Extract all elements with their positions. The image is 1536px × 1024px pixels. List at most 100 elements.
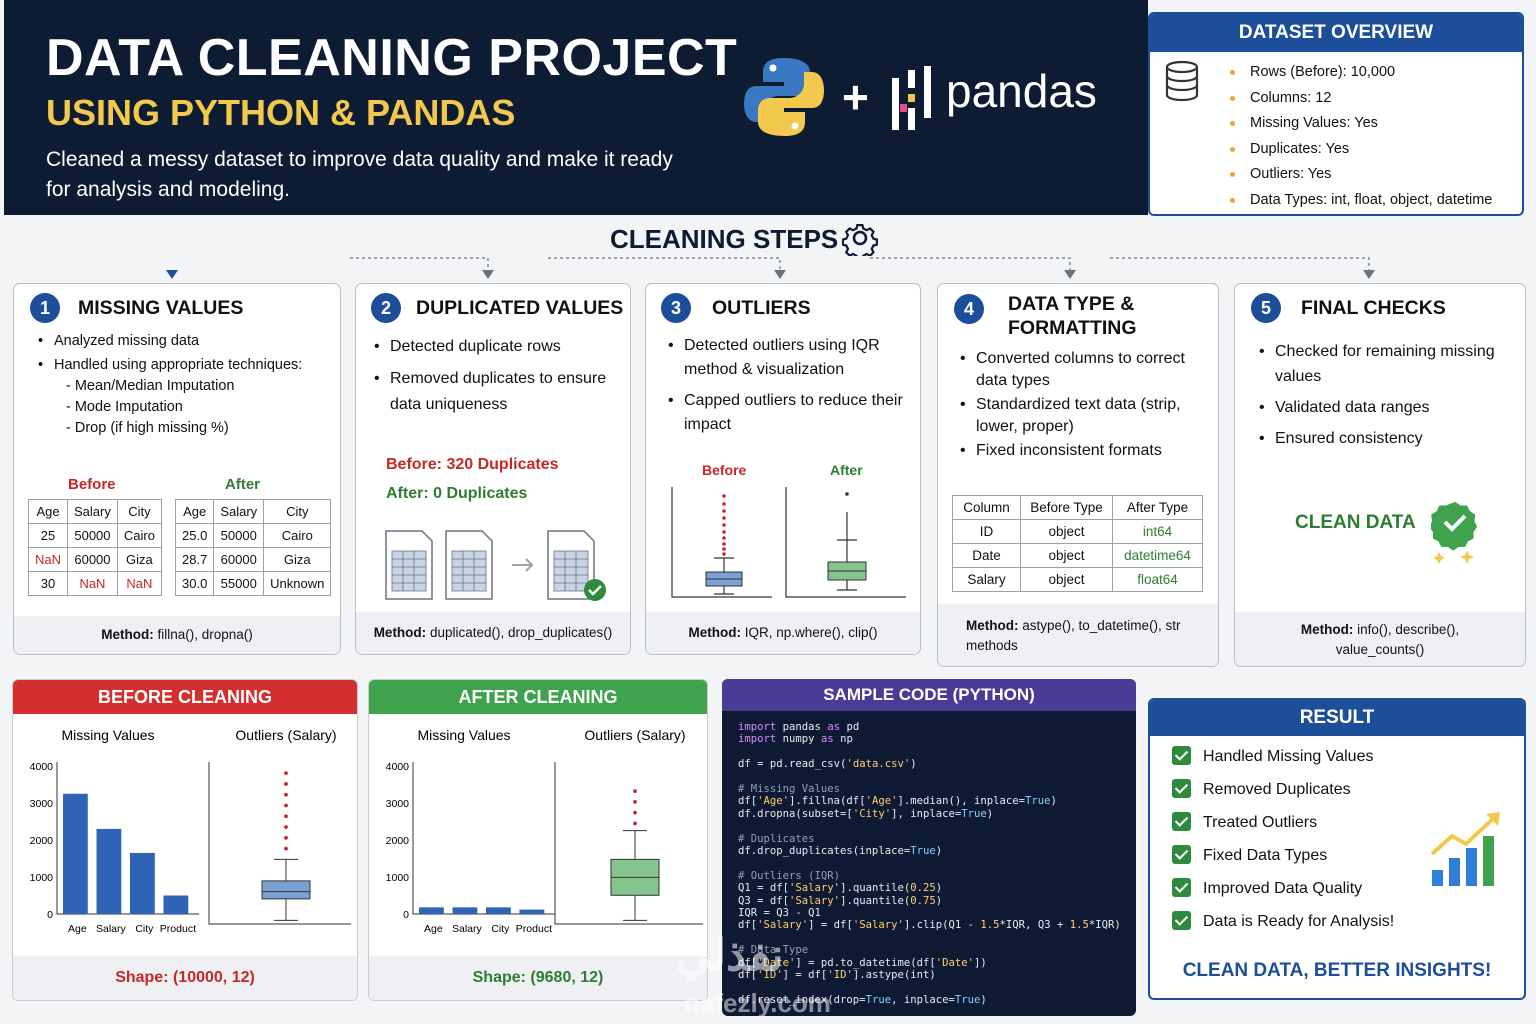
after-label: After [830, 462, 863, 478]
method-label: Method: [101, 627, 154, 642]
y-tick-label: 3000 [386, 798, 410, 810]
result-item-label: Removed Duplicates [1203, 781, 1351, 798]
outlier-point [284, 782, 288, 786]
outlier-point [284, 846, 288, 851]
after-shape: Shape: (9680, 12) [369, 956, 707, 1000]
step-method: Method: info(), describe(), value_counts… [1235, 612, 1525, 666]
x-tick-label: Product [516, 923, 552, 935]
checkbox-checked-icon [1172, 812, 1191, 831]
code-line: df['ID'] = df['ID'].astype(int) [738, 969, 936, 982]
table-cell: object [1020, 543, 1113, 568]
result-slogan: CLEAN DATA, BETTER INSIGHTS! [1182, 960, 1492, 981]
x-tick-label: Age [424, 923, 443, 935]
table-cell: 50000 [213, 523, 265, 548]
result-item: Treated Outliers [1172, 812, 1394, 845]
code-line: # Data Type [738, 944, 809, 957]
page-subtitle: USING PYTHON & PANDAS [46, 92, 516, 133]
box-chart-title: Outliers (Salary) [235, 727, 336, 743]
table-cell: Cairo [116, 523, 162, 548]
overview-item: Missing Values: Yes [1228, 111, 1492, 137]
step-title: FINAL CHECKS [1301, 297, 1446, 319]
bar [486, 907, 511, 914]
bar [163, 895, 189, 914]
verified-check-icon [1431, 501, 1478, 564]
code-line: # Duplicates [738, 832, 815, 845]
step-bullets: Detected outliers using IQR method & vis… [668, 334, 914, 437]
step-title: MISSING VALUES [78, 297, 244, 319]
method-text: info(), describe(), value_counts() [1335, 622, 1460, 657]
checkbox-checked-icon [1172, 845, 1191, 864]
page-description: Cleaned a messy dataset to improve data … [46, 148, 673, 201]
y-tick-label: 2000 [30, 835, 54, 847]
pandas-logo-icon [892, 66, 931, 130]
code-line: # Outliers (IQR) [738, 869, 841, 882]
method-label: Method: [688, 625, 741, 640]
table-header-cell: Salary [213, 499, 265, 524]
step-card-duplicated-values: 2 DUPLICATED VALUES Detected duplicate r… [355, 283, 631, 655]
overview-item: Data Types: int, float, object, datetime [1228, 188, 1492, 214]
result-title: RESULT [1150, 700, 1524, 736]
result-item-label: Data is Ready for Analysis! [1203, 913, 1395, 930]
result-item: Removed Duplicates [1172, 779, 1394, 812]
before-label: Before [68, 476, 116, 493]
x-tick-label: City [491, 923, 510, 935]
code-line: # Missing Values [738, 783, 841, 795]
bar-chart-title: Missing Values [61, 727, 154, 743]
code-line: df['Salary'] = df['Salary'].clip(Q1 - 1.… [738, 919, 1121, 932]
step-title: DUPLICATED VALUES [416, 297, 624, 319]
page-title: DATA CLEANING PROJECT [46, 29, 738, 87]
table-cell: object [1020, 567, 1113, 592]
box-iqr [261, 880, 311, 900]
overview-item: Columns: 12 [1228, 86, 1492, 112]
table-cell: 60000 [67, 547, 118, 572]
before-cleaning-charts: Missing Values 0 1000 2000 3000 4000 Age Salary… [30, 727, 351, 935]
bar [96, 828, 122, 914]
table-header-cell: Age [174, 499, 215, 524]
method-text: IQR, np.where(), clip() [744, 625, 878, 640]
method-text: duplicated(), drop_duplicates() [429, 625, 613, 640]
sub-bullet-item: - Drop (if high missing %) [66, 420, 229, 436]
before-shape: Shape: (10000, 12) [13, 956, 357, 1000]
result-item-label: Treated Outliers [1203, 814, 1318, 831]
result-item: Data is Ready for Analysis! [1172, 911, 1394, 944]
after-cleaning-title: AFTER CLEANING [369, 680, 707, 714]
result-item: Handled Missing Values [1172, 746, 1394, 779]
duplicates-after: After: 0 Duplicates [386, 485, 528, 502]
code-line: df = pd.read_csv('data.csv') [738, 758, 917, 771]
step-number: 4 [954, 294, 984, 324]
bullet-item: Handled using appropriate techniques: [38, 355, 338, 376]
outlier-point [284, 835, 288, 840]
outlier-point [284, 814, 288, 819]
table-header-cell: Column [952, 495, 1021, 520]
before-cleaning-title: BEFORE CLEANING [13, 680, 357, 714]
method-text: fillna(), dropna() [157, 627, 253, 642]
after-cleaning-panel: AFTER CLEANING Missing Values 0 1000 2000 30… [368, 679, 708, 1001]
y-tick-label: 0 [47, 909, 53, 921]
table-cell: Date [952, 543, 1021, 568]
sub-bullet-item: - Mode Imputation [66, 399, 183, 415]
before-cleaning-panel: BEFORE CLEANING Missing Values 0 1000 2000 3… [12, 679, 358, 1001]
spreadsheet-files-icon [385, 530, 606, 601]
table-cell-missing: NaN [116, 571, 162, 596]
sample-code-title: SAMPLE CODE (PYTHON) [722, 679, 1136, 711]
table-header-cell: City [263, 499, 332, 524]
outlier-point [633, 810, 637, 815]
bullet-item: Standardized text data (strip, lower, pr… [960, 394, 1212, 438]
result-list: Handled Missing Values Removed Duplicate… [1172, 746, 1394, 944]
watermark-latin: nafezly.com [684, 988, 831, 1018]
overview-item: Duplicates: Yes [1228, 137, 1492, 163]
table-cell: int64 [1112, 519, 1203, 544]
table-cell: ID [952, 519, 1021, 544]
table-cell: Giza [116, 547, 162, 572]
checkbox-checked-icon [1172, 746, 1191, 765]
before-label: Before [702, 462, 747, 478]
step-method: Method: fillna(), dropna() [14, 616, 340, 654]
step-bullets: Converted columns to correct data types … [960, 348, 1212, 462]
step-number: 2 [371, 293, 401, 323]
code-line: import numpy as np [738, 733, 853, 746]
bullet-item: Detected outliers using IQR method & vis… [668, 334, 914, 382]
step-title: DATA TYPE & FORMATTING [1008, 293, 1137, 339]
outlier-point [284, 825, 288, 829]
